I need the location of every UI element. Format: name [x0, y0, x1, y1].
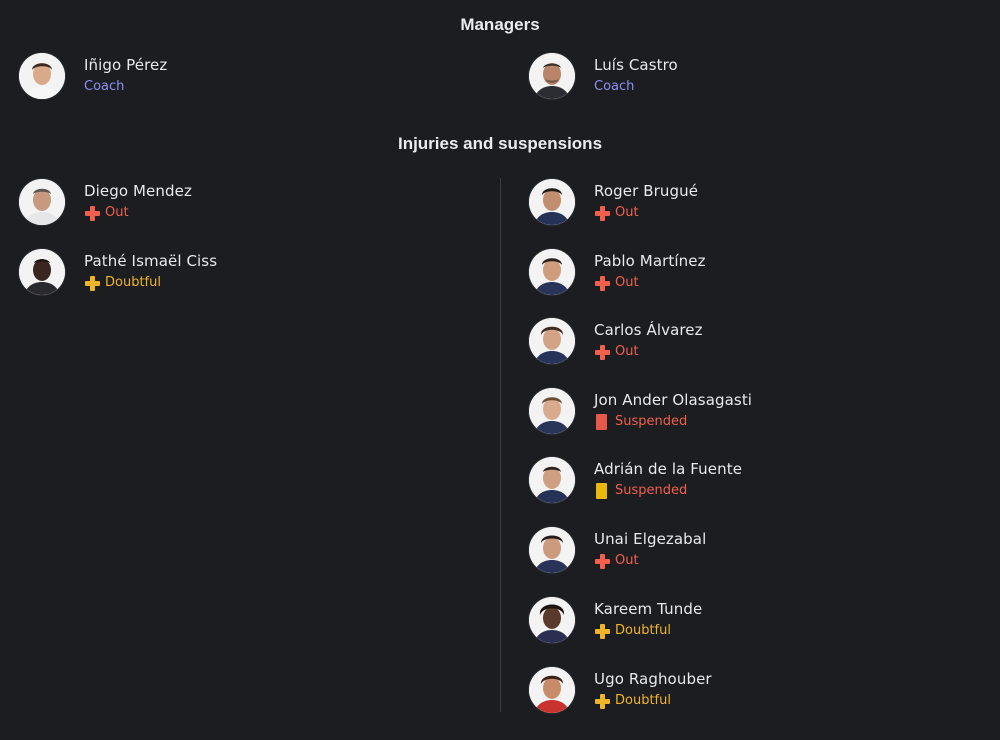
- status-badge: Doubtful: [594, 621, 702, 641]
- injury-row-away[interactable]: Carlos Álvarez Out: [529, 317, 703, 365]
- status-badge: Out: [594, 203, 698, 223]
- manager-name[interactable]: Luís Castro: [594, 55, 678, 75]
- player-name[interactable]: Roger Brugué: [594, 181, 698, 201]
- avatar: [19, 179, 65, 225]
- status-badge: Out: [594, 273, 706, 293]
- status-label: Doubtful: [615, 623, 671, 638]
- player-name[interactable]: Jon Ander Olasagasti: [594, 390, 752, 410]
- column-divider: [500, 178, 501, 712]
- player-name[interactable]: Kareem Tunde: [594, 599, 702, 619]
- player-name[interactable]: Carlos Álvarez: [594, 320, 703, 340]
- manager-name[interactable]: Iñigo Pérez: [84, 55, 167, 75]
- player-name[interactable]: Pathé Ismaël Ciss: [84, 251, 217, 271]
- player-name[interactable]: Adrián de la Fuente: [594, 459, 742, 479]
- status-label: Out: [615, 275, 639, 290]
- status-label: Suspended: [615, 414, 688, 429]
- status-label: Out: [105, 205, 129, 220]
- injury-row-home[interactable]: Diego Mendez Out: [19, 178, 192, 226]
- status-label: Out: [615, 553, 639, 568]
- avatar: [529, 527, 575, 573]
- injury-row-home[interactable]: Pathé Ismaël Ciss Doubtful: [19, 248, 217, 296]
- plus-icon: [594, 553, 610, 569]
- avatar: [529, 457, 575, 503]
- avatar: [529, 597, 575, 643]
- injury-row-away[interactable]: Adrián de la Fuente Suspended: [529, 456, 742, 504]
- status-label: Doubtful: [615, 693, 671, 708]
- injury-row-away[interactable]: Jon Ander Olasagasti Suspended: [529, 387, 752, 435]
- player-name[interactable]: Pablo Martínez: [594, 251, 706, 271]
- yellow-card-icon: [596, 483, 607, 499]
- status-badge: Out: [594, 342, 703, 362]
- status-badge: Suspended: [594, 481, 742, 501]
- avatar: [529, 179, 575, 225]
- plus-icon: [594, 275, 610, 291]
- managers-heading: Managers: [460, 15, 540, 34]
- manager-away[interactable]: Luís Castro Coach: [529, 52, 678, 100]
- injury-row-away[interactable]: Pablo Martínez Out: [529, 248, 706, 296]
- status-badge: Out: [594, 551, 706, 571]
- plus-icon: [84, 205, 100, 221]
- player-name[interactable]: Unai Elgezabal: [594, 529, 706, 549]
- avatar: [529, 388, 575, 434]
- red-card-icon: [596, 414, 607, 430]
- status-badge: Doubtful: [84, 273, 217, 293]
- manager-role: Coach: [84, 79, 125, 94]
- injury-row-away[interactable]: Unai Elgezabal Out: [529, 526, 706, 574]
- plus-icon: [594, 344, 610, 360]
- status-badge: Doubtful: [594, 691, 712, 711]
- injury-row-away[interactable]: Roger Brugué Out: [529, 178, 698, 226]
- status-label: Out: [615, 344, 639, 359]
- avatar: [529, 53, 575, 99]
- plus-icon: [594, 623, 610, 639]
- status-label: Doubtful: [105, 275, 161, 290]
- avatar: [529, 667, 575, 713]
- injury-row-away[interactable]: Ugo Raghouber Doubtful: [529, 666, 712, 714]
- injuries-heading: Injuries and suspensions: [397, 134, 603, 153]
- player-name[interactable]: Ugo Raghouber: [594, 669, 712, 689]
- status-badge: Out: [84, 203, 192, 223]
- injury-row-away[interactable]: Kareem Tunde Doubtful: [529, 596, 702, 644]
- plus-icon: [84, 275, 100, 291]
- avatar: [19, 249, 65, 295]
- player-name[interactable]: Diego Mendez: [84, 181, 192, 201]
- avatar: [529, 318, 575, 364]
- status-label: Out: [615, 205, 639, 220]
- avatar: [19, 53, 65, 99]
- status-label: Suspended: [615, 483, 688, 498]
- manager-home[interactable]: Iñigo Pérez Coach: [19, 52, 167, 100]
- status-badge: Suspended: [594, 412, 752, 432]
- plus-icon: [594, 205, 610, 221]
- manager-role: Coach: [594, 79, 635, 94]
- avatar: [529, 249, 575, 295]
- plus-icon: [594, 693, 610, 709]
